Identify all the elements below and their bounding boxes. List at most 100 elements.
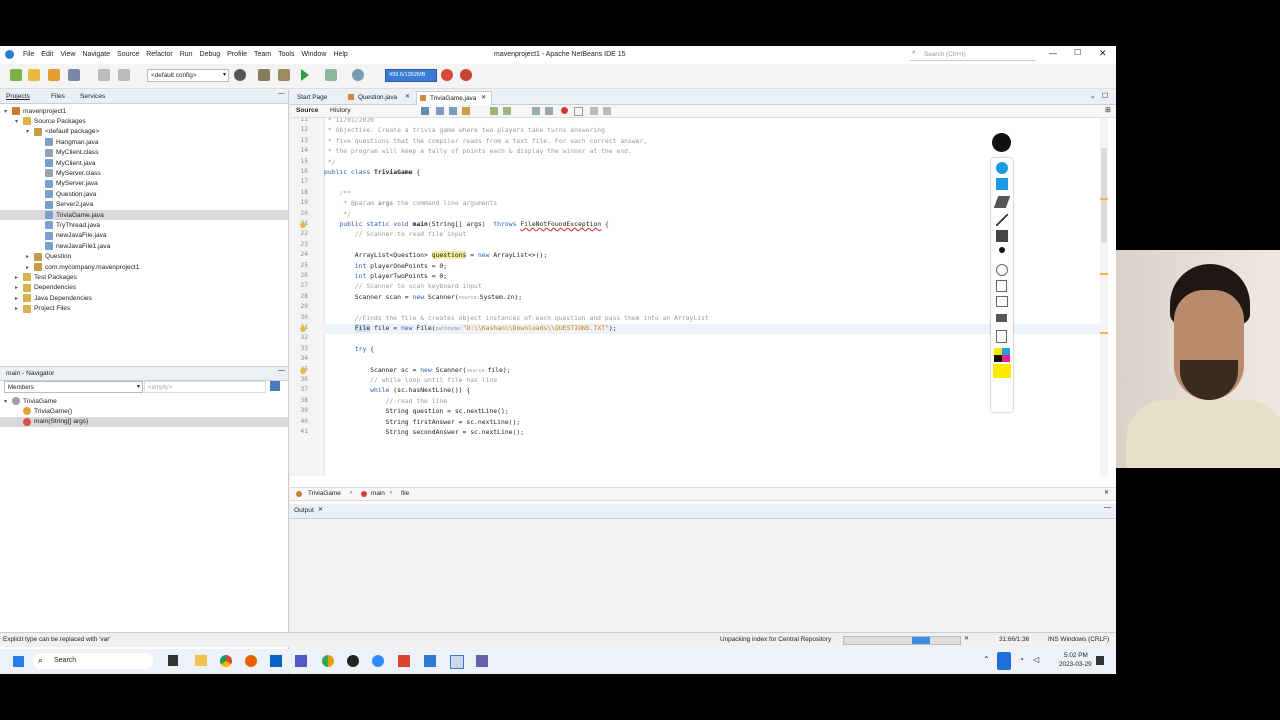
teams-icon[interactable] <box>295 655 307 667</box>
code-line[interactable]: */ <box>324 158 1100 168</box>
chevron-right-icon[interactable]: ▸ <box>15 274 23 281</box>
code-line[interactable]: String secondAnswer = sc.nextLine(); <box>324 428 1100 438</box>
code-line[interactable] <box>324 303 1100 313</box>
code-line[interactable]: // read the line <box>324 397 1100 407</box>
tree-item[interactable]: MyClient.java <box>0 158 288 168</box>
close-button[interactable]: ✕ <box>1099 48 1107 59</box>
scrollbar-thumb[interactable] <box>1101 148 1107 243</box>
file-explorer-icon[interactable] <box>195 655 207 666</box>
chrome-icon[interactable] <box>220 655 232 667</box>
code-line[interactable]: int playerTwoPoints = 0; <box>324 272 1100 282</box>
tree-item[interactable]: TryThread.java <box>0 220 288 230</box>
chrome-canary-icon[interactable] <box>322 655 334 667</box>
shift-right-icon[interactable] <box>545 107 553 115</box>
menu-item-edit[interactable]: Edit <box>41 51 53 58</box>
close-output-icon[interactable]: ✕ <box>318 506 323 513</box>
uncomment-icon[interactable] <box>603 107 611 115</box>
navigator-settings-icon[interactable] <box>270 381 280 391</box>
insert-mode[interactable]: INS Windows (CRLF) <box>1048 636 1109 643</box>
pen-tool-logo-icon[interactable] <box>992 133 1011 152</box>
config-select[interactable]: <default config> ▾ <box>147 69 229 82</box>
chevron-right-icon[interactable]: ▸ <box>15 295 23 302</box>
undo-icon[interactable] <box>996 264 1008 276</box>
clean-build-icon[interactable] <box>278 69 290 81</box>
trash-icon[interactable] <box>996 280 1007 292</box>
find-prev-icon[interactable] <box>436 107 444 115</box>
stop-macro-icon[interactable] <box>574 107 583 116</box>
tree-item[interactable]: newJavaFile.java <box>0 231 288 241</box>
snapshot-icon[interactable] <box>460 69 472 81</box>
minimize-navigator-icon[interactable]: — <box>278 367 285 374</box>
code-line[interactable]: */ <box>324 210 1100 220</box>
tray-expand-icon[interactable]: ⌃ <box>983 655 990 664</box>
save-all-icon[interactable] <box>68 69 80 81</box>
dot-icon[interactable] <box>999 247 1005 253</box>
tree-item[interactable]: MyServer.class <box>0 168 288 178</box>
tree-item[interactable]: Server2.java <box>0 200 288 210</box>
redo-icon[interactable] <box>118 69 130 81</box>
find-icon[interactable] <box>421 107 429 115</box>
microphone-icon[interactable] <box>997 652 1011 670</box>
obs-icon[interactable] <box>347 655 359 667</box>
code-line[interactable]: try { <box>324 345 1100 355</box>
code-line[interactable]: //Finds the file & creates object instan… <box>324 314 1100 324</box>
split-editor-icon[interactable]: ⊞ <box>1105 106 1111 114</box>
code-line[interactable]: * 11/01/2020 <box>324 118 1100 126</box>
firefox-icon[interactable] <box>245 655 257 667</box>
code-line[interactable]: String question = sc.nextLine(); <box>324 407 1100 417</box>
chevron-down-icon[interactable]: ▾ <box>4 398 12 405</box>
netbeans-taskbar-icon[interactable] <box>450 655 464 669</box>
new-project-icon[interactable] <box>28 69 40 81</box>
whiteboard-icon[interactable] <box>996 296 1008 307</box>
code-line[interactable] <box>324 241 1100 251</box>
app-s-red-icon[interactable] <box>398 655 410 667</box>
menu-item-team[interactable]: Team <box>254 51 271 58</box>
warning-hint-icon[interactable] <box>300 222 306 228</box>
find-next-icon[interactable] <box>449 107 457 115</box>
menu-item-tools[interactable]: Tools <box>278 51 294 58</box>
tree-item[interactable]: ▸ Java Dependencies <box>0 293 288 303</box>
close-tab-icon[interactable]: ✕ <box>481 94 486 101</box>
wifi-icon[interactable]: ◔ <box>1019 655 1024 664</box>
clipboard-icon[interactable] <box>996 330 1007 343</box>
selected-color-swatch[interactable] <box>993 364 1011 378</box>
code-line[interactable]: * Objective: Create a trivia game where … <box>324 126 1100 136</box>
code-line[interactable]: Scanner sc = new Scanner(source:file); <box>324 366 1100 376</box>
line-icon[interactable] <box>996 214 1008 226</box>
minimize-pane-icon[interactable]: — <box>278 90 285 97</box>
tree-item[interactable]: ▾ Source Packages <box>0 116 288 126</box>
maximize-editor-icon[interactable]: ☐ <box>1102 92 1108 100</box>
chevron-right-icon[interactable]: ▸ <box>15 284 23 291</box>
code-line[interactable]: // Scanner to read file input <box>324 230 1100 240</box>
warning-hint-icon[interactable] <box>300 367 306 374</box>
tree-item[interactable]: ▸ Dependencies <box>0 283 288 293</box>
chevron-down-icon[interactable]: ▾ <box>4 108 12 115</box>
tree-item[interactable]: TriviaGame.java <box>0 210 288 220</box>
chevron-down-icon[interactable]: ▾ <box>26 128 34 135</box>
code-line[interactable]: /** <box>324 189 1100 199</box>
minimize-output-icon[interactable]: — <box>1104 504 1111 511</box>
tab-projects[interactable]: Projects <box>6 93 30 100</box>
tree-item[interactable]: newJavaFile1.java <box>0 241 288 251</box>
teams-notify-icon[interactable] <box>476 655 488 667</box>
tree-item[interactable]: TriviaGame() <box>0 406 288 416</box>
tab-start-page[interactable]: Start Page <box>294 92 346 103</box>
code-line[interactable]: while (sc.hasNextLine()) { <box>324 386 1100 396</box>
chevron-right-icon[interactable]: ▸ <box>26 264 34 271</box>
next-bookmark-icon[interactable] <box>503 107 511 115</box>
code-line[interactable]: * five questions that the compiler reads… <box>324 137 1100 147</box>
menu-item-run[interactable]: Run <box>180 51 193 58</box>
breadcrumb-variable[interactable]: file <box>401 490 409 497</box>
menu-item-profile[interactable]: Profile <box>227 51 247 58</box>
caret-position[interactable]: 31:66/1:36 <box>999 636 1029 643</box>
clock-time[interactable]: 5:02 PM <box>1064 652 1088 659</box>
tree-item[interactable]: ▾ TriviaGame <box>0 396 288 406</box>
tree-item[interactable]: ▾ <default package> <box>0 127 288 137</box>
global-search[interactable]: ⌕ Search (Ctrl+I) <box>910 49 1036 61</box>
code-line[interactable]: public static void main(String[] args) t… <box>324 220 1100 230</box>
run-icon[interactable] <box>301 69 309 81</box>
clock-date[interactable]: 2023-03-29 <box>1059 661 1092 668</box>
menu-item-view[interactable]: View <box>60 51 75 58</box>
gc-icon[interactable] <box>441 69 453 81</box>
color-palette-icon[interactable] <box>994 348 1010 362</box>
